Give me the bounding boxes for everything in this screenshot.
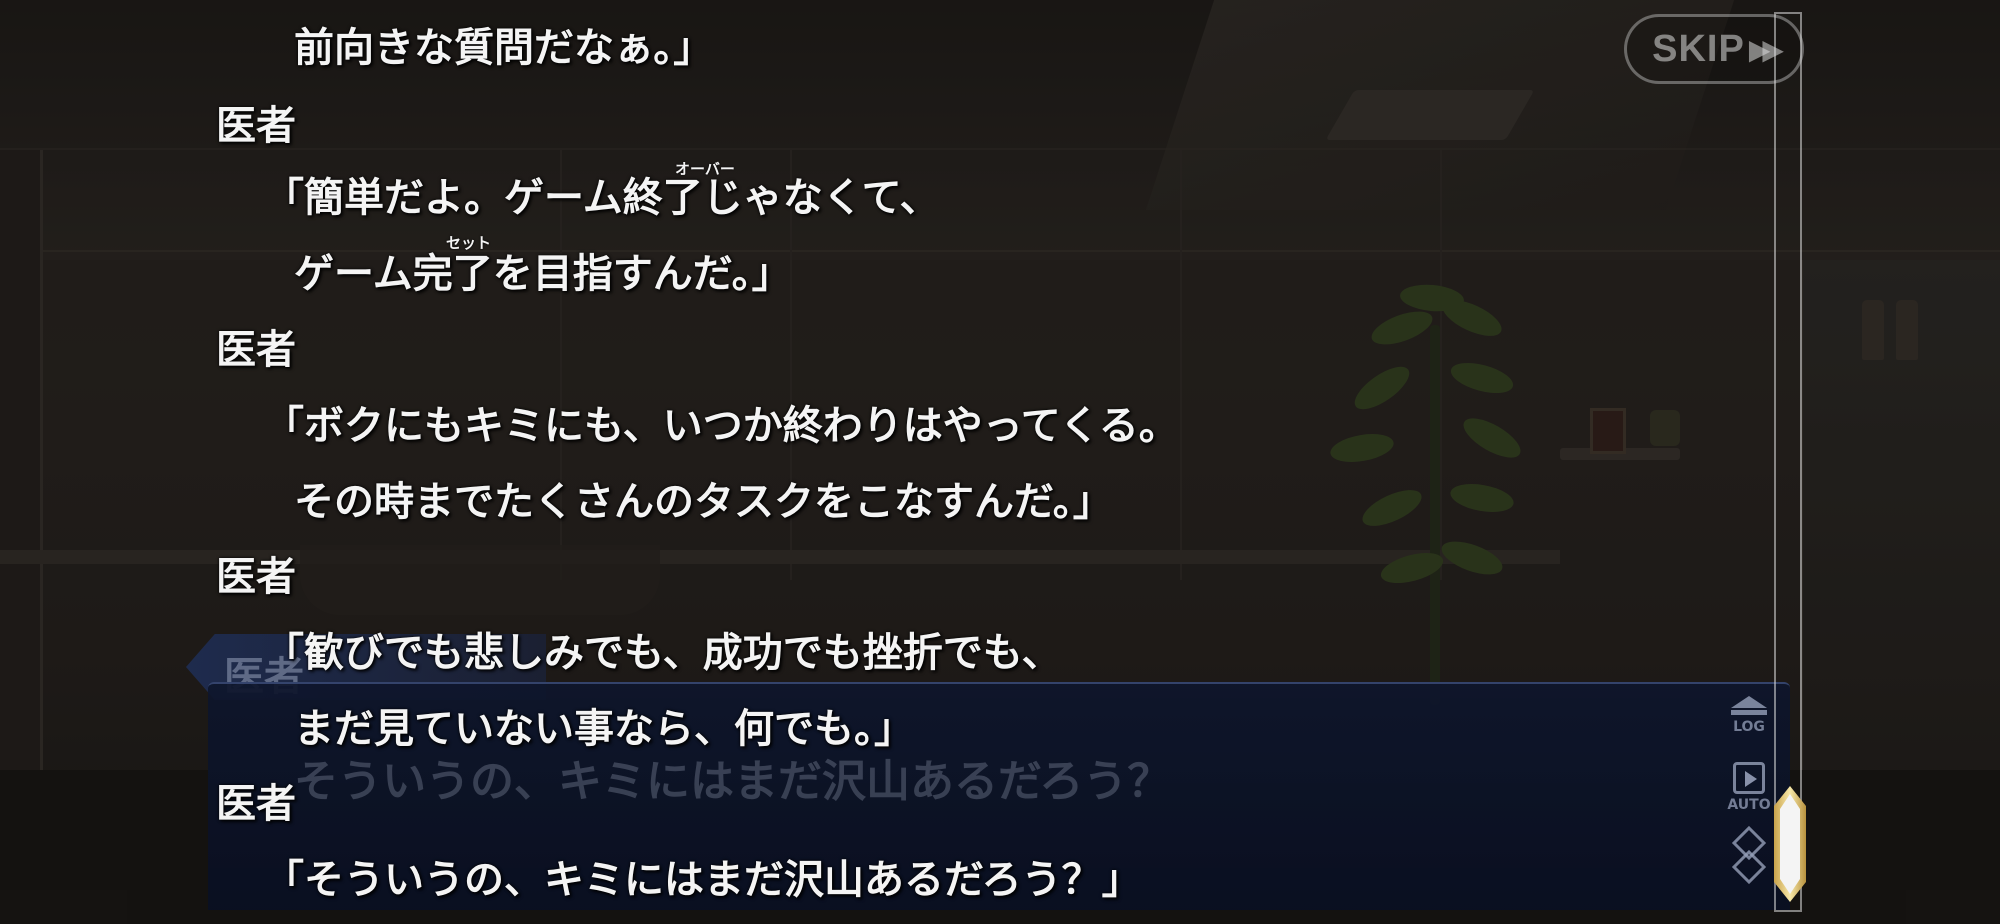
menu-icon[interactable] [1732, 826, 1766, 886]
ruby-annotation: セット [446, 234, 492, 252]
scroll-thumb[interactable] [1772, 784, 1808, 904]
backlog-line: 「そういうの、キミにはまだ沢山あるだろう？」 [264, 857, 1142, 903]
auto-button[interactable]: AUTO [1726, 762, 1772, 813]
log-label: LOG [1733, 719, 1765, 735]
backlog-speaker: 医者 [216, 327, 296, 373]
backlog-line: その時までたくさんのタスクをこなすんだ。」 [294, 479, 1113, 525]
backlog-line: 「歓びでも悲しみでも、成功でも挫折でも、 [264, 630, 1062, 676]
backlog-line: 「ボクにもキミにも、いつか終わりはやってくる。 [264, 403, 1179, 449]
backlog-line: ゲーム完了を目指すんだ。」 [294, 251, 792, 297]
backlog-scrollbar[interactable] [1774, 12, 1802, 912]
backlog-speaker: 医者 [216, 103, 296, 149]
auto-label: AUTO [1727, 797, 1771, 813]
backlog-speaker: 医者 [216, 554, 296, 600]
log-button[interactable]: LOG [1726, 696, 1772, 735]
skip-label: SKIP [1652, 27, 1745, 70]
backlog-line: 「簡単だよ。ゲーム終了じゃなくて、 [264, 175, 940, 221]
backlog-line: 前向きな質問だなぁ。」 [294, 25, 714, 71]
backlog-line: まだ見ていない事なら、何でも。」 [294, 706, 914, 752]
play-icon [1733, 762, 1765, 794]
backlog-speaker: 医者 [216, 781, 296, 827]
fast-forward-icon: ▶▶ [1748, 32, 1784, 66]
log-icon [1731, 696, 1767, 708]
message-text: そういうの、キミにはまだ沢山あるだろう？ [294, 756, 1172, 807]
